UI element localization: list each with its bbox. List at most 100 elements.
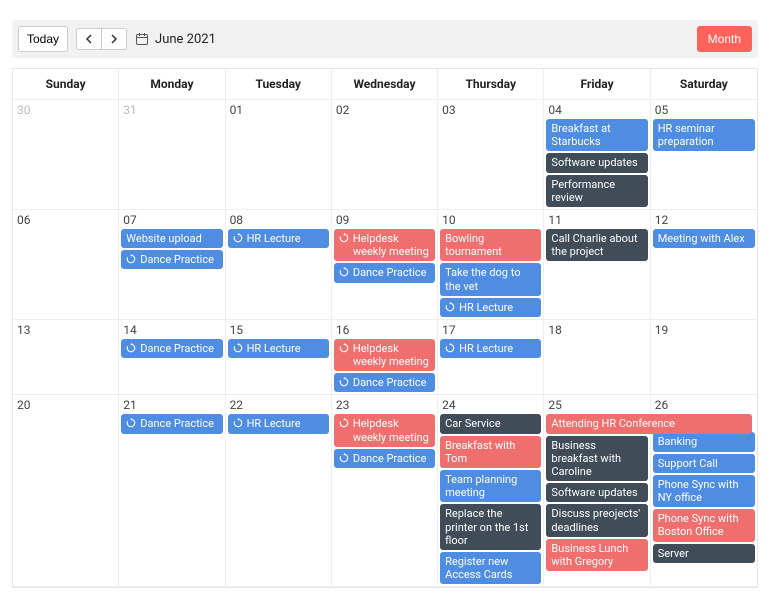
prev-button[interactable] <box>76 28 102 50</box>
event-item[interactable]: Attending HR Conference <box>546 414 752 433</box>
event-item[interactable]: Breakfast at Starbucks <box>546 119 647 151</box>
event-item[interactable]: HR Lecture <box>228 229 329 248</box>
event-item[interactable]: Server <box>653 544 755 563</box>
day-cell[interactable]: 11Call Charlie about the project <box>544 210 650 319</box>
event-item[interactable]: Website upload <box>121 229 222 248</box>
day-cell[interactable]: 02 <box>332 100 438 209</box>
event-item[interactable]: Helpdesk weekly meeting <box>334 339 435 371</box>
calendar-icon <box>135 32 149 46</box>
day-cell[interactable]: 18 <box>544 320 650 395</box>
date-number: 17 <box>438 320 543 339</box>
event-item[interactable]: Dance Practice <box>334 263 435 282</box>
event-item[interactable]: HR Lecture <box>228 414 329 433</box>
event-item[interactable]: Dance Practice <box>121 339 222 358</box>
day-cell[interactable]: 01 <box>226 100 332 209</box>
recurring-icon <box>339 267 349 277</box>
day-cell[interactable]: 31 <box>119 100 225 209</box>
day-cell[interactable]: 10Bowling tournamentTake the dog to the … <box>438 210 544 319</box>
date-number: 13 <box>13 320 118 339</box>
event-text: Performance review <box>551 178 642 204</box>
event-item[interactable]: Dance Practice <box>121 414 222 433</box>
week-row: 0607Website uploadDance Practice08HR Lec… <box>13 210 757 320</box>
event-text: Replace the printer on the 1st floor <box>445 507 536 547</box>
event-item[interactable]: Helpdesk weekly meeting <box>334 229 435 261</box>
event-item[interactable]: Team planning meeting <box>440 470 541 502</box>
events-container: HR seminar preparation <box>651 119 757 153</box>
event-item[interactable]: Take the dog to the vet <box>440 263 541 295</box>
date-number: 16 <box>332 320 437 339</box>
day-cell[interactable]: 08HR Lecture <box>226 210 332 319</box>
event-item[interactable]: Dance Practice <box>334 449 435 468</box>
event-item[interactable]: Phone Sync with NY office <box>653 475 755 507</box>
recurring-icon <box>126 343 136 353</box>
day-cell[interactable]: 30 <box>13 100 119 209</box>
event-item[interactable]: Discuss preojects' deadlines <box>546 504 647 536</box>
event-text: Bowling tournament <box>445 232 536 258</box>
event-item[interactable]: HR Lecture <box>440 298 541 317</box>
recurring-icon <box>233 418 243 428</box>
event-text: Meeting with Alex <box>658 232 745 245</box>
calendar-toolbar: Today June 2021 Month <box>12 20 758 58</box>
event-item[interactable]: Breakfast with Tom <box>440 436 541 468</box>
event-item[interactable]: Business Lunch with Gregory <box>546 539 647 571</box>
dow-label: Tuesday <box>226 69 332 100</box>
date-number: 15 <box>226 320 331 339</box>
day-cell[interactable]: 21Dance Practice <box>119 395 225 586</box>
day-cell[interactable]: 13 <box>13 320 119 395</box>
day-cell[interactable]: 24Car ServiceBreakfast with TomTeam plan… <box>438 395 544 586</box>
day-cell[interactable]: 05HR seminar preparation <box>651 100 757 209</box>
event-item[interactable]: HR Lecture <box>440 339 541 358</box>
event-text: Phone Sync with NY office <box>658 478 750 504</box>
date-number: 12 <box>651 210 757 229</box>
next-button[interactable] <box>101 28 127 50</box>
day-cell[interactable]: 12 Meeting with Alex <box>651 210 757 319</box>
event-item[interactable]: Register new Access Cards <box>440 552 541 584</box>
day-cell[interactable]: 16Helpdesk weekly meeting Dance Practice <box>332 320 438 395</box>
week-row: 1314Dance Practice15HR Lecture16Helpdesk… <box>13 320 757 396</box>
event-item[interactable]: Dance Practice <box>334 373 435 392</box>
event-item[interactable]: Performance review <box>546 175 647 207</box>
day-cell[interactable]: 19 <box>651 320 757 395</box>
event-item[interactable]: Phone Sync with Boston Office <box>653 509 755 541</box>
day-cell[interactable]: 23Helpdesk weekly meetingDance Practice <box>332 395 438 586</box>
day-cell[interactable]: 25Attending HR ConferenceBusiness breakf… <box>544 395 650 586</box>
event-text: Software updates <box>551 486 637 499</box>
event-item[interactable]: Software updates <box>546 153 647 172</box>
day-cell[interactable]: 06 <box>13 210 119 319</box>
events-container: HR Lecture <box>226 339 331 360</box>
day-cell[interactable]: 03 <box>438 100 544 209</box>
day-cell[interactable]: 17HR Lecture <box>438 320 544 395</box>
title-area[interactable]: June 2021 <box>135 32 216 47</box>
event-item[interactable]: Banking <box>653 432 755 451</box>
dow-label: Wednesday <box>332 69 438 100</box>
events-container <box>544 339 649 341</box>
day-cell[interactable]: 09Helpdesk weekly meetingDance Practice <box>332 210 438 319</box>
day-cell[interactable]: 07Website uploadDance Practice <box>119 210 225 319</box>
date-number: 02 <box>332 100 437 119</box>
dow-label: Friday <box>544 69 650 100</box>
event-item[interactable]: Business breakfast with Caroline <box>546 436 647 482</box>
event-item[interactable]: Call Charlie about the project <box>546 229 647 261</box>
event-item[interactable]: Car Service <box>440 414 541 433</box>
day-cell[interactable]: 20 <box>13 395 119 586</box>
event-item[interactable]: Dance Practice <box>121 250 222 269</box>
date-number: 01 <box>226 100 331 119</box>
view-month-button[interactable]: Month <box>697 26 752 52</box>
day-cell[interactable]: 14Dance Practice <box>119 320 225 395</box>
event-item[interactable]: Support Call <box>653 454 755 473</box>
event-text: Server <box>658 547 689 560</box>
events-container <box>226 119 331 121</box>
event-item[interactable]: HR Lecture <box>228 339 329 358</box>
event-item[interactable]: HR seminar preparation <box>653 119 755 151</box>
events-container: HR Lecture <box>226 414 331 435</box>
event-item[interactable]: Meeting with Alex <box>653 229 755 248</box>
day-cell[interactable]: 22HR Lecture <box>226 395 332 586</box>
event-item[interactable]: Helpdesk weekly meeting <box>334 414 435 446</box>
event-item[interactable]: Replace the printer on the 1st floor <box>440 504 541 550</box>
event-item[interactable]: Bowling tournament <box>440 229 541 261</box>
day-cell[interactable]: 04Breakfast at Starbucks Software updates… <box>544 100 650 209</box>
day-cell[interactable]: 15HR Lecture <box>226 320 332 395</box>
today-button[interactable]: Today <box>18 26 68 52</box>
date-number: 04 <box>544 100 649 119</box>
event-item[interactable]: Software updates <box>546 483 647 502</box>
